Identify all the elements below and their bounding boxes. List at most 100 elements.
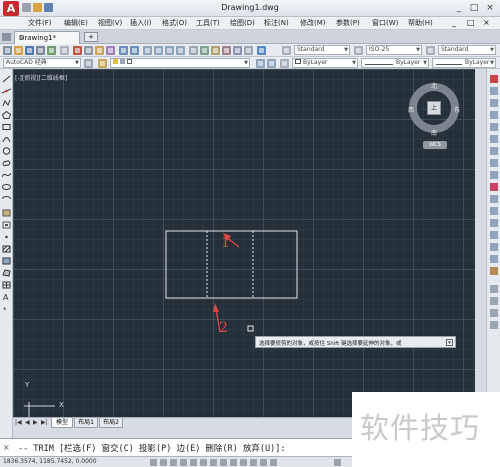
menu-insert[interactable]: 插入(I)	[130, 18, 152, 28]
tab-drawing1[interactable]: Drawing1* ×	[14, 31, 80, 44]
stretch-icon[interactable]	[490, 171, 498, 179]
menu-dimension[interactable]: 标注(N)	[264, 18, 289, 28]
menu-file[interactable]: 文件(F)	[28, 18, 52, 28]
color-select[interactable]: ByLayer ▼	[292, 58, 358, 68]
point-icon[interactable]	[2, 233, 11, 241]
save-icon[interactable]	[25, 46, 34, 55]
trim-icon[interactable]	[490, 183, 498, 191]
insert-block-icon[interactable]	[2, 209, 11, 217]
open-icon[interactable]	[14, 46, 23, 55]
drawing-canvas[interactable]: [-][俯视][二维线框] 1 2 Y X 上 北 南 西 东 WCS 选择要修…	[13, 69, 475, 417]
compass-south[interactable]: 南	[431, 128, 437, 137]
text-style-select[interactable]: Standard ▼	[294, 45, 350, 55]
last-layout-icon[interactable]: ▶|	[41, 419, 48, 426]
match-properties-icon[interactable]	[106, 46, 115, 55]
arc-icon[interactable]	[2, 135, 11, 143]
table-style-select[interactable]: Standard ▼	[438, 45, 496, 55]
workspace-select[interactable]: AutoCAD 经典 ▼	[3, 58, 81, 68]
line-icon[interactable]	[2, 75, 11, 83]
polygon-icon[interactable]	[2, 111, 11, 119]
make-block-icon[interactable]	[2, 221, 11, 229]
tab-layout1[interactable]: 布局1	[74, 418, 98, 428]
tooltip-arrow-icon[interactable]: ▾	[446, 339, 453, 346]
explode-icon[interactable]	[490, 267, 498, 275]
hatch-icon[interactable]	[2, 245, 11, 253]
help-icon[interactable]	[257, 46, 266, 55]
copy-icon[interactable]	[84, 46, 93, 55]
zoom-window-icon[interactable]	[165, 46, 174, 55]
undo-icon[interactable]	[119, 46, 128, 55]
menu-format[interactable]: 格式(O)	[162, 18, 187, 28]
ellipse-icon[interactable]	[2, 183, 11, 191]
sheet-set-icon[interactable]	[222, 46, 231, 55]
3d-object-snap-icon[interactable]	[200, 459, 207, 466]
doc-restore-button[interactable]: □	[467, 18, 475, 27]
menu-draw[interactable]: 绘图(D)	[230, 18, 255, 28]
table-icon[interactable]	[2, 281, 11, 289]
menu-edit[interactable]: 编辑(E)	[64, 18, 88, 28]
viewcube-top-face[interactable]: 上	[427, 101, 441, 115]
fillet-icon[interactable]	[490, 255, 498, 263]
tab-model[interactable]: 模型	[51, 418, 73, 428]
publish-icon[interactable]	[60, 46, 69, 55]
quick-properties-icon[interactable]	[260, 459, 267, 466]
ortho-mode-icon[interactable]	[170, 459, 177, 466]
first-layout-icon[interactable]: |◀	[15, 419, 22, 426]
array-icon[interactable]	[490, 123, 498, 131]
quickcalc-icon[interactable]	[244, 46, 253, 55]
extend-icon[interactable]	[490, 195, 498, 203]
menu-modify[interactable]: 修改(M)	[300, 18, 326, 28]
compass-east[interactable]: 东	[454, 105, 460, 114]
break-at-point-icon[interactable]	[490, 207, 498, 215]
plot-icon[interactable]	[36, 46, 45, 55]
new-icon[interactable]	[3, 46, 12, 55]
grid-display-icon[interactable]	[160, 459, 167, 466]
join-icon[interactable]	[490, 231, 498, 239]
tab-layout2[interactable]: 布局2	[99, 418, 123, 428]
paste-icon[interactable]	[95, 46, 104, 55]
design-center-icon[interactable]	[200, 46, 209, 55]
menu-view[interactable]: 视图(V)	[98, 18, 122, 28]
copy-object-icon[interactable]	[490, 87, 498, 95]
region-icon[interactable]	[2, 269, 11, 277]
tool-palettes-icon[interactable]	[211, 46, 220, 55]
next-layout-icon[interactable]: ▶	[33, 419, 38, 426]
spline-icon[interactable]	[2, 171, 11, 179]
layer-previous-icon[interactable]	[267, 59, 276, 68]
compass-north[interactable]: 北	[431, 81, 437, 90]
layer-select[interactable]: ▼	[110, 58, 250, 68]
minimize-window-button[interactable]: _	[452, 2, 466, 14]
snap-mode-icon[interactable]	[150, 459, 157, 466]
doc-minimize-button[interactable]: _	[452, 18, 456, 27]
selection-cycling-icon[interactable]	[270, 459, 277, 466]
tab-menu-icon[interactable]	[2, 33, 11, 41]
workspace-settings-icon[interactable]	[84, 59, 93, 68]
polar-tracking-icon[interactable]	[180, 459, 187, 466]
chamfer-icon[interactable]	[490, 243, 498, 251]
compass-west[interactable]: 西	[408, 105, 414, 114]
workspace-switch-icon[interactable]	[334, 459, 341, 466]
new-tab-button[interactable]: +	[84, 32, 98, 42]
preview-icon[interactable]	[47, 46, 56, 55]
viewcube[interactable]: 上 北 南 西 东 WCS	[403, 79, 467, 159]
command-line[interactable]: × -- TRIM [栏选(F) 窗交(C) 投影(P) 边(E) 删除(R) …	[0, 438, 352, 456]
break-icon[interactable]	[490, 219, 498, 227]
lineweight-display-icon[interactable]	[240, 459, 247, 466]
menu-window[interactable]: 窗口(W)	[372, 18, 398, 28]
properties-icon[interactable]	[189, 46, 198, 55]
erase-icon[interactable]	[490, 75, 498, 83]
rotate-icon[interactable]	[490, 147, 498, 155]
cut-icon[interactable]	[73, 46, 82, 55]
redo-icon[interactable]	[130, 46, 139, 55]
mirror-icon[interactable]	[490, 99, 498, 107]
scale-icon[interactable]	[490, 159, 498, 167]
zoom-previous-icon[interactable]	[176, 46, 185, 55]
snap-endpoint-icon[interactable]	[490, 285, 498, 293]
add-selected-icon[interactable]: *	[2, 305, 11, 313]
previous-layout-icon[interactable]: ◀	[25, 419, 30, 426]
snap-midpoint-icon[interactable]	[490, 297, 498, 305]
markup-icon[interactable]	[233, 46, 242, 55]
polyline-icon[interactable]	[2, 99, 11, 107]
transparency-icon[interactable]	[250, 459, 257, 466]
snap-center-icon[interactable]	[490, 321, 498, 329]
